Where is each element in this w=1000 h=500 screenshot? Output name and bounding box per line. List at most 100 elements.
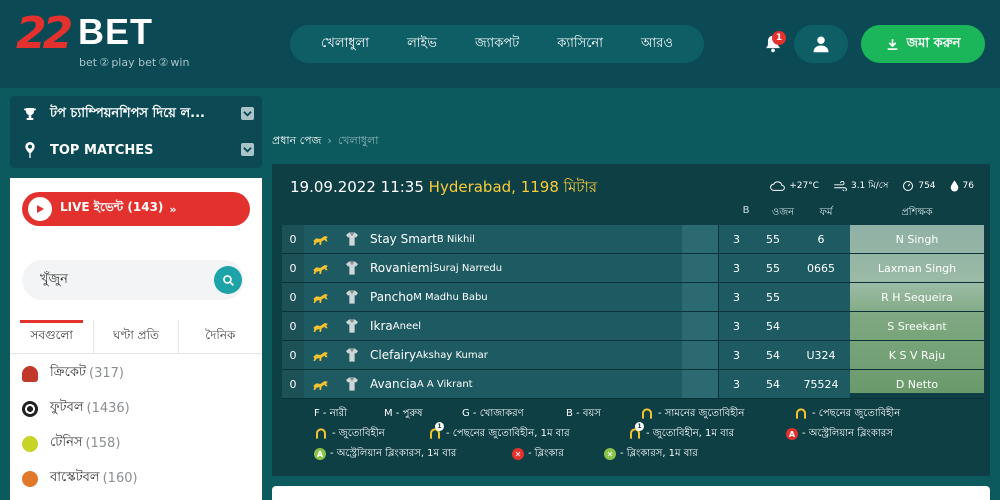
table-row[interactable]: 0 Clefairy Akshay Kumar 3 54 U324 K S V R…: [282, 341, 984, 370]
runner-form: U324: [792, 341, 850, 369]
row-spacer: [682, 225, 718, 253]
table-row[interactable]: 0 Stay Smart B Nikhil 3 55 6 N Singh: [282, 225, 984, 254]
breadcrumb-current: খেলাধুলা: [337, 134, 379, 147]
top-header: 22 BET bet ② play bet ② win খেলাধুলা লাই…: [0, 0, 1000, 88]
legend-unshod: - জুতোবিহীন: [314, 426, 385, 443]
runner-age: 3: [718, 283, 754, 311]
horse-name: Pancho: [370, 290, 414, 304]
tennis-icon: [22, 435, 38, 452]
runner-weight: 55: [754, 254, 792, 282]
live-events-button[interactable]: LIVE ইভেন্ট (143) »: [22, 192, 250, 226]
legend-female: F - নারী: [314, 407, 347, 419]
nav-item-sports[interactable]: খেলাধুলা: [321, 34, 369, 55]
logo-mark: 22: [16, 8, 73, 59]
runners-table: B ওজন ফর্ম প্রশিক্ষক 0 Stay Smart B Nikhi…: [282, 205, 984, 399]
sidebar-item-top-championships[interactable]: টপ চ্যাম্পিয়নশিপস দিয়ে ল...: [10, 96, 262, 132]
runner-weight: 54: [754, 312, 792, 340]
table-row[interactable]: 0 Ikra Aneel 3 54 S Sreekant: [282, 312, 984, 341]
notification-badge: 1: [772, 31, 786, 45]
chevron-down-icon[interactable]: [241, 107, 254, 120]
legend-unshod-first: 1 - জুতোবিহীন, 1ম বার: [628, 422, 734, 443]
table-row[interactable]: 0 Rovaniemi Suraj Narredu 3 55 0665 Laxma…: [282, 254, 984, 283]
sport-name: ক্রিকেট: [50, 365, 86, 380]
tab-all[interactable]: সবগুলো: [10, 320, 95, 353]
runner-cell: Clefairy Akshay Kumar: [304, 341, 682, 369]
nav-item-jackpot[interactable]: জ্যাকপট: [475, 34, 519, 55]
sport-name: বাস্কেটবল: [50, 470, 100, 485]
sport-item-cricket[interactable]: ক্রিকেট (317): [10, 356, 262, 391]
sport-item-football[interactable]: ফুটবল (1436): [10, 391, 262, 426]
search-button[interactable]: [214, 266, 242, 294]
legend-aus-blinkers: A - অস্ট্রেলিয়ান ব্লিংকারস: [786, 426, 893, 443]
horse-icon: [312, 233, 332, 245]
first-time-badge: 1: [635, 422, 644, 431]
runner-trainer: N Singh: [895, 232, 939, 246]
row-spacer: [682, 341, 718, 369]
time-filter-tabs: সবগুলো ঘণ্টা প্রতি দৈনিক: [10, 320, 262, 354]
runner-trainer: R H Sequeira: [881, 290, 953, 304]
trophy-icon: [20, 106, 40, 122]
horseshoe-icon: [796, 408, 806, 419]
horse-icon: [312, 320, 332, 332]
horse-name: Stay Smart: [370, 232, 437, 246]
sport-name: ফুটবল: [50, 400, 84, 415]
breadcrumb-home[interactable]: প্রধান পেজ: [272, 134, 321, 147]
runner-weight: 55: [754, 225, 792, 253]
row-spacer: [682, 254, 718, 282]
runner-cell: Rovaniemi Suraj Narredu: [304, 254, 682, 282]
next-panel: [272, 486, 990, 500]
tab-hourly[interactable]: ঘণ্টা প্রতি: [94, 320, 179, 353]
australian-blinkers-icon: A: [786, 428, 798, 440]
tab-daily[interactable]: দৈনিক: [179, 320, 262, 353]
weather-wind: 3.1 মি/সে: [850, 181, 889, 191]
nav-item-live[interactable]: লাইভ: [407, 34, 437, 55]
runner-trainer: D Netto: [895, 377, 939, 391]
nav-item-casino[interactable]: ক্যাসিনো: [557, 34, 603, 55]
runner-age: 3: [718, 254, 754, 282]
horse-name: Rovaniemi: [370, 261, 433, 275]
race-datetime: 19.09.2022 11:35: [290, 178, 424, 196]
chevron-down-icon[interactable]: [241, 143, 254, 156]
runner-age: 3: [718, 312, 754, 340]
runner-form: 75524: [792, 370, 850, 398]
runner-trainer: S Sreekant: [887, 319, 947, 333]
pressure-icon: [903, 180, 914, 191]
race-header: 19.09.2022 11:35 Hyderabad, 1198 মিটার: [290, 176, 597, 201]
horse-name: Ikra: [370, 319, 393, 333]
sport-list: ক্রিকেট (317) ফুটবল (1436) টেনিস (158) ব…: [10, 356, 262, 496]
first-time-badge: 1: [435, 422, 444, 431]
user-icon: [813, 36, 829, 53]
runner-number: 0: [282, 254, 304, 282]
cloud-icon: [770, 180, 786, 191]
runner-number: 0: [282, 341, 304, 369]
jockey-name: B Nikhil: [436, 233, 475, 245]
weather-humidity: 76: [962, 180, 974, 191]
search-icon: [222, 274, 234, 286]
nav-item-more[interactable]: আরও: [641, 34, 673, 55]
search-field[interactable]: খুঁজুন: [22, 260, 244, 300]
wind-icon: [834, 180, 847, 191]
legend-age: B - বয়স: [566, 407, 601, 419]
breadcrumb-separator-icon: ›: [327, 134, 332, 147]
australian-blinkers-first-icon: A: [314, 448, 326, 460]
col-b: B: [742, 205, 750, 216]
race-venue: Hyderabad, 1198 মিটার: [428, 178, 598, 196]
table-row[interactable]: 0 Pancho M Madhu Babu 3 55 R H Sequeira: [282, 283, 984, 312]
silk-icon: [344, 260, 362, 276]
brand-logo[interactable]: 22 BET bet ② play bet ② win: [16, 12, 196, 72]
live-events-label: LIVE ইভেন্ট (143): [60, 200, 164, 214]
jockey-name: Akshay Kumar: [416, 349, 488, 361]
account-button[interactable]: [794, 25, 848, 63]
sidebar-item-top-matches[interactable]: TOP MATCHES: [10, 132, 262, 168]
deposit-button[interactable]: জমা করুন: [861, 25, 985, 63]
sport-item-tennis[interactable]: টেনিস (158): [10, 426, 262, 461]
search-placeholder: খুঁজুন: [40, 271, 68, 287]
legend-male: M - পুরুষ: [384, 407, 423, 419]
sport-count: (1436): [86, 401, 130, 416]
table-row[interactable]: 0 Avancia A A Vikrant 3 54 75524 D Netto: [282, 370, 984, 399]
silk-icon: [344, 347, 362, 363]
sport-count: (158): [85, 436, 121, 451]
sport-item-basketball[interactable]: বাস্কেটবল (160): [10, 461, 262, 496]
runner-rows: 0 Stay Smart B Nikhil 3 55 6 N Singh 0 Ro…: [282, 225, 984, 399]
runner-trainer: Laxman Singh: [877, 261, 957, 275]
